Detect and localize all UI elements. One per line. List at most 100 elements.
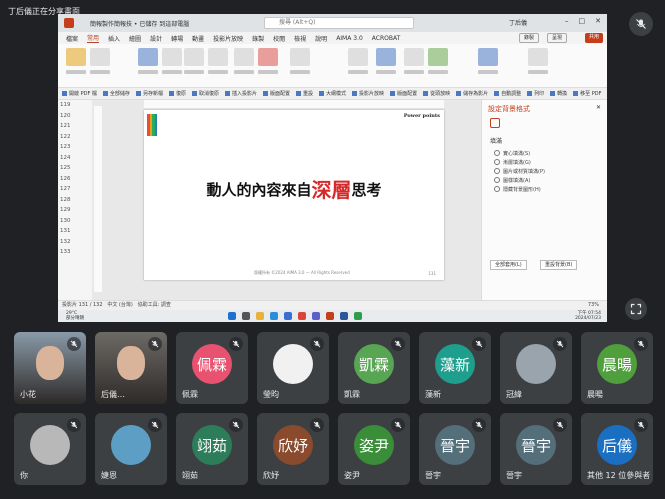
ribbon-control-icon[interactable] [478, 48, 498, 66]
weather-widget[interactable]: 29°C 部分晴朗 [66, 311, 84, 321]
fill-option[interactable]: 漸層填滿(G) [494, 159, 531, 166]
slide-number-item[interactable]: 133 [58, 247, 92, 258]
slide-number-item[interactable]: 129 [58, 205, 92, 216]
ribbon-control-icon[interactable] [428, 48, 448, 66]
slide-number-item[interactable]: 127 [58, 184, 92, 195]
ribbon-tab[interactable]: 檔案 [66, 34, 78, 43]
present-button[interactable]: 呈現 [546, 33, 567, 43]
maximize-icon[interactable]: □ [579, 17, 586, 25]
ribbon-tab[interactable]: AIMA 3.0 [336, 35, 363, 42]
fill-option[interactable]: 隱藏背景圖形(H) [494, 186, 541, 193]
ribbon-control-icon[interactable] [208, 48, 228, 66]
quick-action[interactable]: 重設 [296, 90, 313, 97]
participant-tile[interactable]: 翊茹 翊茹 [176, 413, 248, 485]
participant-tile[interactable]: 你 [14, 413, 86, 485]
word-icon[interactable] [340, 312, 348, 320]
reset-background-button[interactable]: 重設背景(B) [540, 260, 578, 270]
ribbon-tab[interactable]: 設計 [150, 34, 162, 43]
fill-option[interactable]: 圖樣填滿(A) [494, 177, 530, 184]
accessibility-status[interactable]: 協助工具: 調查 [138, 302, 171, 308]
slide-number-item[interactable]: 123 [58, 142, 92, 153]
slide-number-item[interactable]: 131 [58, 226, 92, 237]
browser-icon[interactable] [270, 312, 278, 320]
ribbon-control-icon[interactable] [258, 48, 278, 66]
ribbon-tab[interactable]: 說明 [315, 34, 327, 43]
fill-option[interactable]: 實心填滿(S) [494, 150, 530, 157]
slide-number-item[interactable]: 128 [58, 195, 92, 206]
close-icon[interactable]: ✕ [595, 17, 601, 25]
quick-action[interactable]: 全部儲存 [103, 90, 130, 97]
quick-action[interactable]: 自動調整 [494, 90, 521, 97]
slide-number-item[interactable]: 121 [58, 121, 92, 132]
quick-action[interactable]: 開啟 PDF 檔 [62, 90, 97, 97]
search-icon[interactable] [242, 312, 250, 320]
participant-tile[interactable]: 瑩昀 [257, 332, 329, 404]
start-icon[interactable] [228, 312, 236, 320]
ribbon-tab[interactable]: 投影片放映 [213, 34, 243, 43]
participant-tile[interactable]: 藻新 藻新 [419, 332, 491, 404]
ribbon-tab[interactable]: 動畫 [192, 34, 204, 43]
participant-tile[interactable]: 晉宇 晉宇 [419, 413, 491, 485]
participant-tile[interactable]: 后儀 其他 12 位參與者 [581, 413, 653, 485]
slide-number-item[interactable]: 122 [58, 132, 92, 143]
ribbon-tab[interactable]: 常用 [87, 33, 100, 43]
ribbon-tab[interactable]: 錄製 [252, 34, 264, 43]
participant-tile[interactable]: 晉宇 晉宇 [500, 413, 572, 485]
participant-tile[interactable]: 小花 [14, 332, 86, 404]
ribbon-tab[interactable]: ACROBAT [372, 35, 401, 42]
store-icon[interactable] [284, 312, 292, 320]
ribbon-control-icon[interactable] [376, 48, 396, 66]
minimize-icon[interactable]: – [565, 17, 569, 25]
ribbon-tab[interactable]: 繪圖 [129, 34, 141, 43]
ribbon-control-icon[interactable] [348, 48, 368, 66]
chrome-icon[interactable] [298, 312, 306, 320]
quick-action[interactable]: 版面配置 [390, 90, 417, 97]
search-input[interactable]: 搜尋 (Alt+Q) [264, 17, 414, 29]
slide-number-item[interactable]: 119 [58, 100, 92, 111]
participant-tile[interactable]: 佩霖 佩霖 [176, 332, 248, 404]
ribbon-tab[interactable]: 校閱 [273, 34, 285, 43]
slide-number-item[interactable]: 126 [58, 174, 92, 185]
ribbon-control-icon[interactable] [184, 48, 204, 66]
language[interactable]: 中文 (台灣) [107, 302, 133, 308]
quick-action[interactable]: 插入投影片 [225, 90, 257, 97]
slide-number-item[interactable]: 124 [58, 153, 92, 164]
quick-action[interactable]: 列印 [527, 90, 544, 97]
quick-action[interactable]: 儲存為影片 [456, 90, 488, 97]
participant-tile[interactable]: 冠緯 [500, 332, 572, 404]
ribbon-control-icon[interactable] [138, 48, 158, 66]
quick-action[interactable]: 投影片放映 [352, 90, 384, 97]
ribbon-tab[interactable]: 插入 [108, 34, 120, 43]
share-button[interactable]: 共用 [584, 33, 603, 43]
teams-icon[interactable] [312, 312, 320, 320]
pane-close-icon[interactable]: ✕ [596, 104, 601, 111]
ribbon-tab[interactable]: 檢視 [294, 34, 306, 43]
zoom-level[interactable]: 73% [588, 301, 599, 310]
ribbon-control-icon[interactable] [90, 48, 110, 66]
record-button[interactable]: 錄製 [518, 33, 539, 43]
ribbon-control-icon[interactable] [66, 48, 86, 66]
participant-tile[interactable]: 晨暘 晨暘 [581, 332, 653, 404]
ribbon-control-icon[interactable] [528, 48, 548, 66]
quick-action[interactable]: 復原 [169, 90, 186, 97]
slide-number-item[interactable]: 132 [58, 237, 92, 248]
slide-canvas[interactable]: Power points 動人的內容來自深層思考 版權所有 ©2024 AIMA… [144, 110, 444, 280]
quick-action[interactable]: 轉換 [550, 90, 567, 97]
powerpoint-icon[interactable] [326, 312, 334, 320]
ribbon-control-icon[interactable] [290, 48, 310, 66]
system-clock[interactable]: 下午 07:54 2024/07/23 [575, 311, 601, 321]
participant-tile[interactable]: 姿尹 姿尹 [338, 413, 410, 485]
quick-action[interactable]: 移至 PDF [573, 90, 601, 97]
quick-action[interactable]: 從頭放映 [423, 90, 450, 97]
quick-action[interactable]: 版面配置 [263, 90, 290, 97]
fill-option[interactable]: 圖片或材質填滿(P) [494, 168, 545, 175]
ribbon-control-icon[interactable] [234, 48, 254, 66]
quick-action[interactable]: 取消復原 [192, 90, 219, 97]
slide-thumbnail-list[interactable]: 119 120 121 122 123 124 125 126 127 128 129 130 131 1… [58, 100, 92, 300]
participant-tile[interactable]: 欣妤 欣妤 [257, 413, 329, 485]
quick-action[interactable]: 另存新檔 [136, 90, 163, 97]
apply-all-button[interactable]: 全部套用(L) [490, 260, 527, 270]
files-icon[interactable] [256, 312, 264, 320]
app-icon[interactable] [354, 312, 362, 320]
ribbon-tab[interactable]: 轉場 [171, 34, 183, 43]
